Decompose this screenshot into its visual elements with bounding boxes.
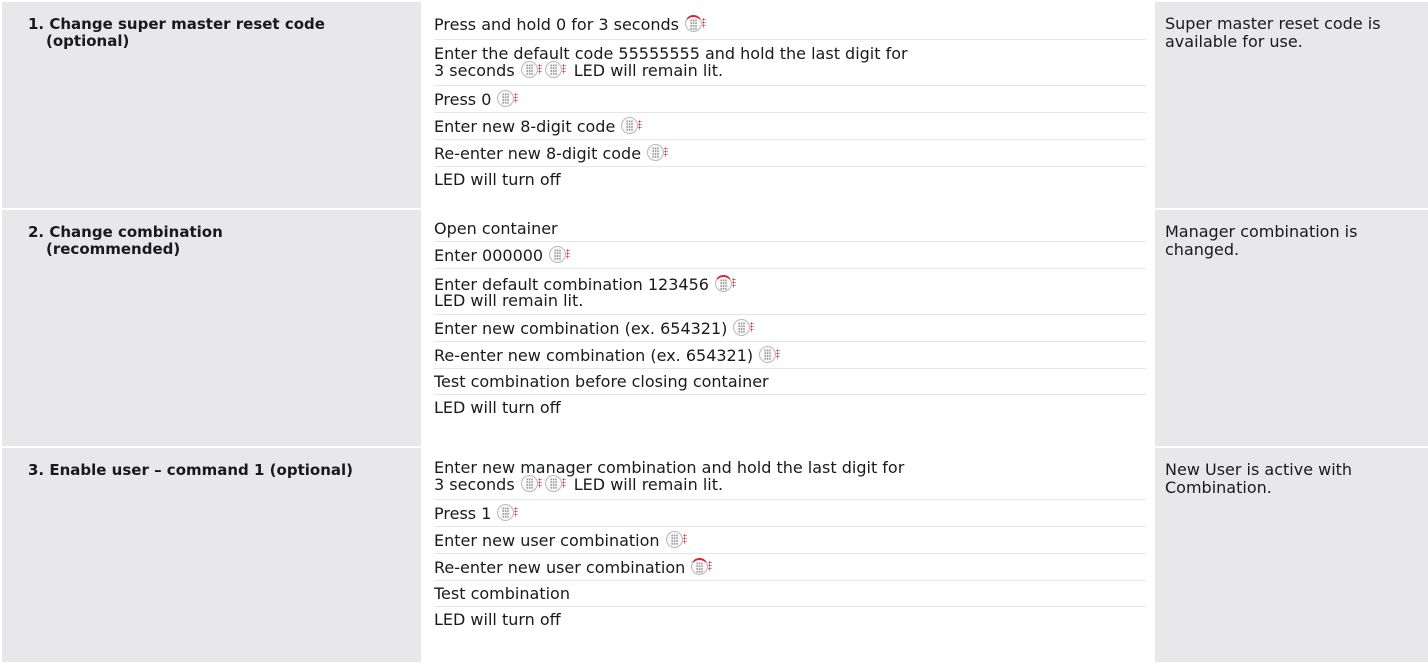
list-item: Test combination — [434, 581, 1146, 607]
steps-cell: Press and hold 0 for 3 seconds Enter the… — [424, 2, 1146, 208]
list-item: Re-enter new combination (ex. 654321) — [434, 342, 1146, 369]
beep-icon — [544, 475, 566, 493]
row-title-line: 2. Change combination — [28, 223, 223, 241]
step-text: Press and hold 0 for 3 seconds — [434, 15, 680, 34]
list-item: LED will turn off — [434, 395, 1146, 420]
beep-icon — [733, 319, 755, 337]
step-text: Enter new user combination — [434, 531, 660, 550]
step-text: Re-enter new user combination — [434, 558, 686, 577]
step-text: Test combination — [434, 584, 570, 603]
row-title-line: (optional) — [46, 32, 130, 50]
step-text: Test combination before closing containe… — [434, 372, 769, 391]
row-title: 1. Change super master reset code (optio… — [2, 2, 421, 208]
steps-cell: Enter new manager combination and hold t… — [424, 448, 1146, 662]
list-item: Enter the default code 55555555 and hold… — [434, 40, 1146, 86]
list-item: Press 1 — [434, 500, 1146, 527]
beep-icon — [759, 346, 781, 364]
row-title-line: 1. Change super master reset code — [28, 15, 325, 33]
instructions-table: 1. Change super master reset code (optio… — [0, 0, 1428, 662]
step-text: LED will turn off — [434, 170, 561, 189]
step-text: LED will turn off — [434, 398, 561, 417]
list-item: Test combination before closing containe… — [434, 369, 1146, 395]
list-item: LED will turn off — [434, 607, 1146, 632]
beep-icon — [647, 144, 669, 162]
beep-icon — [621, 117, 643, 135]
result-text: Super master reset code is available for… — [1165, 14, 1381, 51]
beep-red-icon — [685, 15, 707, 33]
step-text: Enter new manager combination and hold t… — [434, 458, 905, 477]
beep-icon — [520, 475, 542, 493]
beep-red-icon — [691, 558, 713, 576]
row-title: 2. Change combination (recommended) — [2, 210, 421, 446]
step-text: Enter 000000 — [434, 246, 544, 265]
table-row: 1. Change super master reset code (optio… — [0, 2, 1428, 210]
list-item: Enter new 8-digit code — [434, 113, 1146, 140]
result-cell: New User is active with Combination. — [1155, 448, 1428, 662]
step-text: LED will remain lit. — [434, 291, 584, 310]
list-item: Press and hold 0 for 3 seconds — [434, 8, 1146, 40]
step-text: LED will turn off — [434, 610, 561, 629]
result-text: Manager combination is changed. — [1165, 222, 1358, 259]
step-text: Re-enter new combination (ex. 654321) — [434, 346, 754, 365]
steps-cell: Open container Enter 000000 Enter defaul… — [424, 210, 1146, 446]
list-item: Enter new manager combination and hold t… — [434, 454, 1146, 500]
row-title-line: (recommended) — [46, 240, 181, 258]
beep-icon — [549, 246, 571, 264]
beep-red-icon — [714, 275, 736, 293]
result-cell: Super master reset code is available for… — [1155, 2, 1428, 208]
list-item: Press 0 — [434, 86, 1146, 113]
table-row: 3. Enable user – command 1 (optional) En… — [0, 448, 1428, 662]
step-text: Re-enter new 8-digit code — [434, 144, 642, 163]
row-title-line: 3. Enable user – command 1 (optional) — [28, 461, 353, 479]
result-cell: Manager combination is changed. — [1155, 210, 1428, 446]
step-text: 3 seconds — [434, 61, 515, 80]
beep-icon — [497, 504, 519, 522]
step-text: Press 0 — [434, 90, 492, 109]
step-text: Press 1 — [434, 504, 492, 523]
step-text: 3 seconds — [434, 475, 515, 494]
list-item: Re-enter new user combination — [434, 554, 1146, 581]
step-text: Enter new combination (ex. 654321) — [434, 319, 728, 338]
step-text: Enter the default code 55555555 and hold… — [434, 44, 908, 63]
step-text: Enter new 8-digit code — [434, 117, 616, 136]
beep-icon — [665, 531, 687, 549]
step-text: LED will remain lit. — [573, 475, 724, 494]
beep-icon — [520, 61, 542, 79]
list-item: Enter 000000 — [434, 242, 1146, 269]
table-row: 2. Change combination (recommended) Open… — [0, 210, 1428, 448]
beep-icon — [497, 90, 519, 108]
list-item: LED will turn off — [434, 167, 1146, 192]
list-item: Enter default combination 123456 LED wil… — [434, 269, 1146, 315]
list-item: Open container — [434, 216, 1146, 242]
beep-icon — [544, 61, 566, 79]
result-text: New User is active with Combination. — [1165, 460, 1353, 497]
step-text: Open container — [434, 219, 558, 238]
list-item: Enter new user combination — [434, 527, 1146, 554]
row-title: 3. Enable user – command 1 (optional) — [2, 448, 421, 662]
list-item: Re-enter new 8-digit code — [434, 140, 1146, 167]
step-text: LED will remain lit. — [573, 61, 724, 80]
list-item: Enter new combination (ex. 654321) — [434, 315, 1146, 342]
